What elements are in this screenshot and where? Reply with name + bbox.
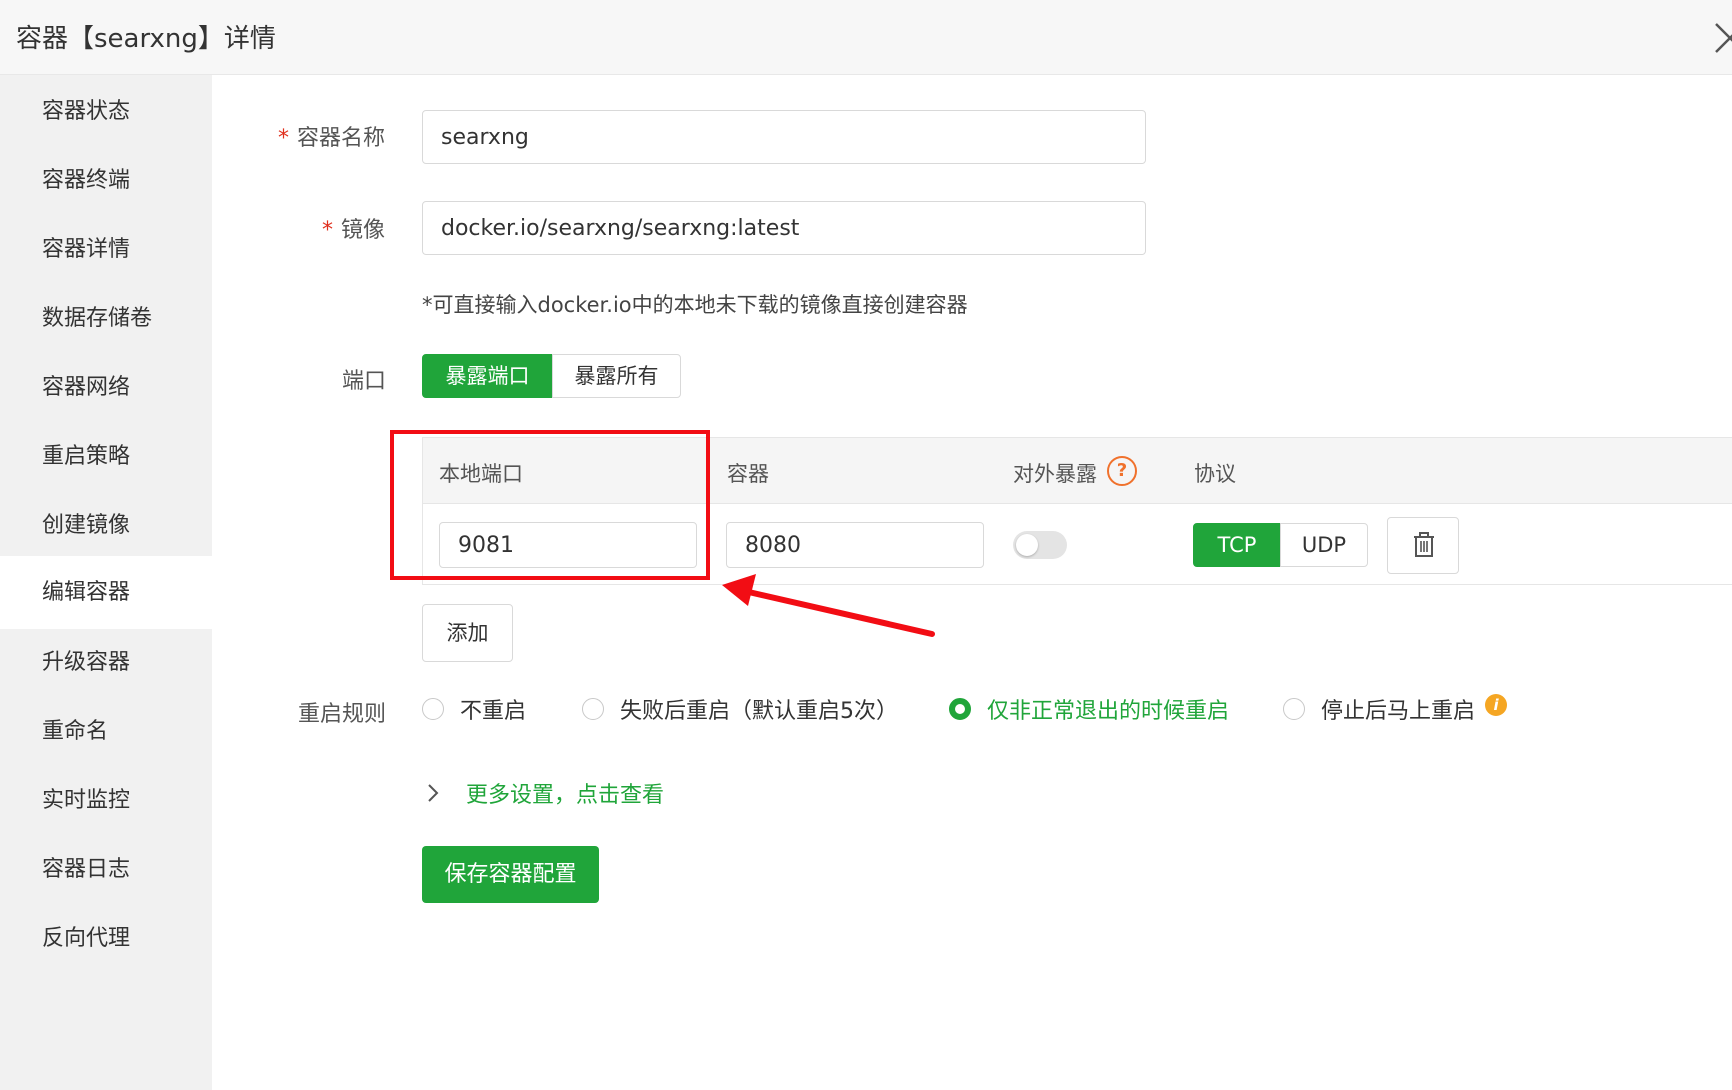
radio-icon [1283,698,1305,720]
close-icon[interactable] [1710,18,1732,58]
container-name-input[interactable]: searxng [422,110,1146,164]
header-protocol: 协议 [1194,462,1236,486]
port-label: 端口 [342,369,387,394]
image-label-text: 镜像 [341,218,386,243]
sidebar-item-logs[interactable]: 容器日志 [0,833,212,906]
save-container-config-button[interactable]: 保存容器配置 [422,846,599,903]
sidebar-item-restart-policy[interactable]: 重启策略 [0,420,212,493]
sidebar-item-monitor[interactable]: 实时监控 [0,764,212,837]
radio-icon [582,698,604,720]
sidebar-item-reverse-proxy[interactable]: 反向代理 [0,902,212,975]
dialog-title: 容器【searxng】详情 [16,24,276,54]
more-settings-link[interactable]: 更多设置，点击查看 [426,777,664,809]
restart-rule-label: 重启规则 [298,702,387,727]
image-field-label: * 镜像 [322,212,385,244]
image-input[interactable]: docker.io/searxng/searxng:latest [422,201,1146,255]
annotation-arrow-icon [722,574,935,637]
sidebar-item-details[interactable]: 容器详情 [0,213,212,286]
delete-row-button[interactable] [1387,517,1459,574]
sidebar-item-create-image[interactable]: 创建镜像 [0,489,212,562]
trash-icon [1414,532,1434,557]
radio-label: 仅非正常退出的时候重启 [987,699,1230,724]
more-settings-text: 更多设置，点击查看 [466,783,665,808]
restart-option-on-failure[interactable]: 失败后重启（默认重启5次） [582,692,898,726]
name-field-label: * 容器名称 [278,120,385,152]
annotation-highlight-box [390,430,710,580]
required-mark: * [278,126,289,151]
radio-icon-checked [949,698,971,720]
dialog-title-bar: 容器【searxng】详情 [0,0,1732,75]
restart-option-always[interactable]: 停止后马上重启 i [1283,692,1508,726]
add-port-button[interactable]: 添加 [422,604,513,662]
required-mark: * [322,218,333,243]
expose-ports-button[interactable]: 暴露端口 [422,354,553,398]
image-hint: *可直接输入docker.io中的本地未下载的镜像直接创建容器 [422,293,968,317]
chevron-right-icon [428,784,439,802]
restart-option-no[interactable]: 不重启 [422,692,526,726]
restart-option-abnormal-exit[interactable]: 仅非正常退出的时候重启 [949,692,1229,726]
sidebar-item-network[interactable]: 容器网络 [0,351,212,424]
header-container-port: 容器 [727,462,769,486]
sidebar-item-edit-container[interactable]: 编辑容器 [0,556,212,629]
external-expose-toggle[interactable] [1013,531,1067,559]
expose-all-button[interactable]: 暴露所有 [552,354,681,398]
sidebar-item-rename[interactable]: 重命名 [0,695,212,768]
radio-label: 停止后马上重启 [1321,699,1476,724]
info-icon[interactable]: i [1485,694,1508,716]
udp-button[interactable]: UDP [1280,523,1368,567]
sidebar: 容器状态 容器终端 容器详情 数据存储卷 容器网络 重启策略 创建镜像 编辑容器… [0,75,212,1090]
help-icon[interactable]: ? [1107,456,1137,486]
container-port-input[interactable]: 8080 [726,522,984,568]
radio-label: 失败后重启（默认重启5次） [620,699,898,724]
name-label-text: 容器名称 [297,126,386,151]
sidebar-item-volumes[interactable]: 数据存储卷 [0,282,212,355]
sidebar-item-upgrade[interactable]: 升级容器 [0,626,212,699]
sidebar-item-status[interactable]: 容器状态 [0,75,212,148]
radio-icon [422,698,444,720]
sidebar-item-terminal[interactable]: 容器终端 [0,144,212,217]
radio-label: 不重启 [460,699,527,724]
header-external: 对外暴露 [1013,462,1097,486]
tcp-button[interactable]: TCP [1193,523,1281,567]
toggle-knob [1016,534,1038,556]
